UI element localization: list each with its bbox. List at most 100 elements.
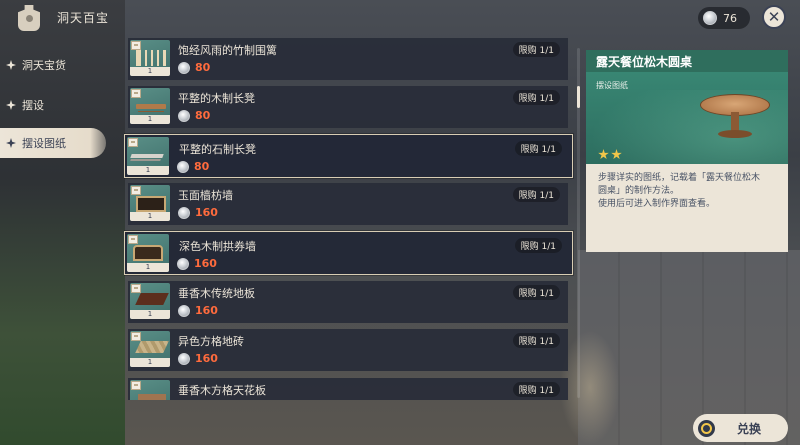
price-value: 160 [195,304,218,317]
item-count: 1 [130,358,170,367]
price-value: 160 [194,257,217,270]
purchase-limit-badge: 限购 1/1 [512,285,560,300]
sidebar-item-label: 洞天宝货 [22,59,66,72]
item-name: 玉面樯枋墙 [178,189,233,202]
shop-list-item[interactable]: 1 垂香木传统地板 160 限购 1/1 [128,281,568,323]
item-name: 垂香木传统地板 [178,287,255,300]
coin-icon [178,61,190,74]
detail-type-label: 摆设图纸 [596,81,628,90]
table-base-shape [718,130,752,138]
item-thumbnail: 1 [130,88,170,124]
page-title: 洞天百宝 [57,11,110,25]
scrollbar-thumb[interactable] [577,86,580,108]
item-price: 80 [177,160,209,173]
coin-icon [178,304,190,317]
blueprint-icon [131,284,141,293]
item-name: 垂香木方格天花板 [178,384,266,397]
blueprint-icon [131,89,141,98]
bag-icon [18,5,40,31]
item-count: 1 [130,310,170,319]
four-point-star-icon [6,100,16,110]
round-table-icon [700,94,770,140]
detail-description: 步骤详实的图纸，记载着「露天餐位松木 圆桌」的制作方法。 使用后可进入制作界面查… [586,164,788,252]
coin-icon [178,352,190,365]
rarity-stars [598,149,622,160]
purchase-limit-badge: 限购 1/1 [514,238,562,253]
item-name: 平整的石制长凳 [179,143,256,156]
item-thumbnail: 1 [130,185,170,221]
purchase-limit-badge: 限购 1/1 [512,187,560,202]
item-thumbnail: 1 [130,40,170,76]
shop-list-item[interactable]: 1 平整的木制长凳 80 限购 1/1 [128,86,568,128]
sidebar-item-label: 摆设 [22,99,44,112]
blueprint-icon [128,138,138,147]
description-line: 使用后可进入制作界面查看。 [598,199,716,209]
currency-amount: 76 [723,11,737,25]
shop-item-list[interactable]: 1 饱经风雨的竹制围篱 80 限购 1/1 1 平整的木制长凳 80 限购 1/1 1 平整的石制… [124,38,576,400]
sidebar-item-furnishings[interactable]: 摆设 [0,88,120,122]
price-value: 160 [195,206,218,219]
floor2-icon [135,341,169,353]
price-value: 80 [195,109,211,122]
item-thumbnail: 1 [130,331,170,367]
item-count: 1 [130,212,170,221]
star-icon [611,149,622,160]
coin-icon [177,257,189,270]
item-count: 1 [130,67,170,76]
star-icon [598,149,609,160]
shop-list-item[interactable]: 1 深色木制拱券墙 160 限购 1/1 [124,231,573,275]
four-point-star-icon [6,60,16,70]
table-leg-shape [731,112,739,132]
shop-list-item[interactable]: 1 垂香木方格天花板 限购 1/1 [128,378,568,400]
close-button[interactable]: ✕ [762,5,786,29]
shop-list-item[interactable]: 1 异色方格地砖 160 限购 1/1 [128,329,568,371]
close-icon: ✕ [767,7,781,26]
item-detail-panel: 露天餐位松木圆桌 摆设图纸 步骤详实的图纸，记载着「露天餐位松木 圆桌」的制作方… [586,50,788,252]
detail-title: 露天餐位松木圆桌 [586,50,788,72]
exchange-label: 兑换 [737,421,762,436]
item-price: 160 [178,206,218,219]
item-name: 饱经风雨的竹制围篱 [178,44,277,57]
shop-list-item[interactable]: 1 饱经风雨的竹制围篱 80 限购 1/1 [128,38,568,80]
purchase-limit-badge: 限购 1/1 [512,382,560,397]
coin-icon [703,11,717,25]
item-thumbnail: 1 [127,137,169,175]
item-count: 1 [127,166,169,175]
coin-icon [177,160,189,173]
exchange-button[interactable]: 兑换 [693,414,788,442]
item-thumbnail: 1 [130,283,170,319]
item-price: 160 [178,352,218,365]
coin-icon [178,206,190,219]
detail-header: 露天餐位松木圆桌 摆设图纸 [586,50,788,164]
controller-button-icon [698,419,715,437]
sidebar-item-blueprints[interactable]: 摆设图纸 [0,128,106,158]
price-value: 160 [195,352,218,365]
price-value: 80 [194,160,210,173]
price-value: 80 [195,61,211,74]
floor1-icon [135,293,169,305]
item-name: 异色方格地砖 [178,335,244,348]
shop-list-item[interactable]: 1 玉面樯枋墙 160 限购 1/1 [128,183,568,225]
description-line: 圆桌」的制作方法。 [598,186,680,196]
item-thumbnail: 1 [127,234,169,272]
blueprint-icon [131,332,141,341]
floor3-icon [138,394,166,400]
blueprint-icon [128,235,138,244]
sidebar: 洞天宝货 摆设 摆设图纸 [0,48,120,164]
purchase-limit-badge: 限购 1/1 [514,141,562,156]
stone-icon [130,154,164,158]
purchase-limit-badge: 限购 1/1 [512,90,560,105]
purchase-limit-badge: 限购 1/1 [512,42,560,57]
description-line: 步骤详实的图纸，记载着「露天餐位松木 [598,173,761,183]
item-count: 1 [130,115,170,124]
item-price: 80 [178,109,210,122]
top-bar: 洞天百宝 76 ✕ [0,0,800,38]
blueprint-icon [131,186,141,195]
item-count: 1 [127,263,169,272]
arch-icon [133,245,163,261]
item-price: 80 [178,61,210,74]
shop-list-item[interactable]: 1 平整的石制长凳 80 限购 1/1 [124,134,573,178]
bench-icon [136,104,166,109]
sidebar-item-treasures[interactable]: 洞天宝货 [0,48,120,82]
coin-icon [178,109,190,122]
